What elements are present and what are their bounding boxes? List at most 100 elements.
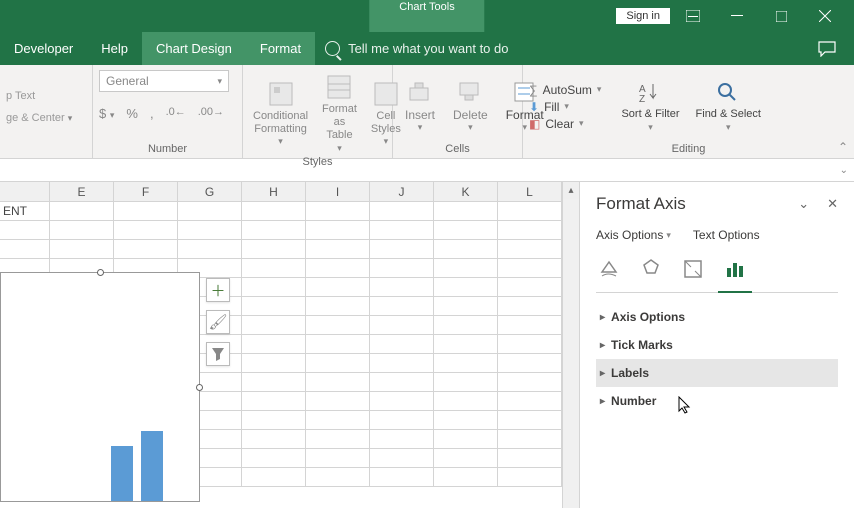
- ribbon-tabs: Developer Help Chart Design Format Tell …: [0, 32, 854, 65]
- styles-group: Conditional Formatting ▾ Format as Table…: [243, 65, 393, 158]
- section-number[interactable]: ▸ Number: [596, 387, 838, 415]
- chart-tools-label: Chart Tools: [399, 1, 454, 13]
- number-format-dropdown[interactable]: General ▾: [99, 70, 229, 92]
- find-icon: [715, 80, 741, 106]
- sort-filter-icon: AZ: [637, 80, 663, 106]
- chevron-right-icon: ▸: [600, 396, 605, 407]
- ribbon: p Text ge & Center ▾ General ▾ $ ▾ % , .…: [0, 65, 854, 159]
- ribbon-display-options-icon[interactable]: [672, 0, 714, 32]
- chart-bars: [111, 431, 163, 501]
- collapse-ribbon-icon[interactable]: ⌃: [838, 140, 848, 154]
- column-header[interactable]: G: [178, 182, 242, 201]
- embedded-chart[interactable]: [0, 272, 200, 502]
- conditional-formatting-icon: [267, 80, 295, 108]
- effects-icon[interactable]: [638, 256, 664, 282]
- clear-button[interactable]: ◧ Clear ▾: [529, 117, 601, 131]
- section-labels[interactable]: ▸ Labels: [596, 359, 838, 387]
- vertical-scrollbar[interactable]: ▴: [562, 182, 579, 508]
- conditional-formatting-button[interactable]: Conditional Formatting ▾: [249, 77, 312, 150]
- format-axis-pane: Format Axis ⌄ ✕ Axis Options ▾ Text Opti…: [579, 182, 854, 508]
- cell[interactable]: ENT: [0, 202, 50, 221]
- column-header[interactable]: [0, 182, 50, 201]
- insert-cells-icon: [407, 80, 433, 106]
- editing-group: ∑ AutoSum ▾ ⬇ Fill ▾ ◧ Clear ▾ AZ Sort &…: [523, 65, 854, 158]
- expand-formula-bar-icon[interactable]: ⌄: [840, 165, 848, 176]
- column-header[interactable]: E: [50, 182, 114, 201]
- editing-group-label: Editing: [529, 143, 848, 156]
- tell-me-label: Tell me what you want to do: [348, 41, 508, 56]
- chevron-right-icon: ▸: [600, 340, 605, 351]
- eraser-icon: ◧: [529, 117, 540, 131]
- plus-icon: ＋: [210, 280, 225, 301]
- cells-group-label: Cells: [399, 143, 516, 156]
- funnel-icon: [211, 347, 225, 361]
- scroll-up-button[interactable]: ▴: [563, 182, 579, 199]
- fill-down-icon: ⬇: [529, 100, 539, 114]
- wrap-text-button[interactable]: p Text: [6, 90, 35, 102]
- increase-decimal-button[interactable]: .0←: [166, 106, 186, 121]
- axis-options-tab[interactable]: Axis Options ▾: [596, 228, 671, 242]
- chevron-down-icon: ▾: [666, 230, 671, 241]
- autosum-button[interactable]: ∑ AutoSum ▾: [529, 83, 601, 97]
- percent-format-button[interactable]: %: [126, 106, 138, 121]
- number-group: General ▾ $ ▾ % , .0← .00→ Number: [93, 65, 243, 158]
- column-header[interactable]: F: [114, 182, 178, 201]
- column-header[interactable]: H: [242, 182, 306, 201]
- lightbulb-icon: [325, 41, 340, 56]
- title-bar: Chart Tools Sign in: [0, 0, 854, 32]
- paintbrush-icon: 🖌: [208, 313, 227, 331]
- tab-format[interactable]: Format: [246, 32, 315, 65]
- accounting-format-button[interactable]: $ ▾: [99, 106, 114, 121]
- delete-cells-icon: [457, 80, 483, 106]
- chart-bar[interactable]: [111, 446, 133, 501]
- chart-float-buttons: ＋ 🖌: [206, 278, 230, 366]
- size-properties-icon[interactable]: [680, 256, 706, 282]
- find-select-button[interactable]: Find & Select▾: [690, 77, 767, 135]
- tab-chart-design[interactable]: Chart Design: [142, 32, 246, 65]
- pane-close-button[interactable]: ✕: [827, 196, 838, 212]
- resize-handle[interactable]: [196, 384, 203, 391]
- chart-filters-button[interactable]: [206, 342, 230, 366]
- column-header[interactable]: J: [370, 182, 434, 201]
- insert-button[interactable]: Insert▾: [399, 77, 441, 136]
- close-button[interactable]: [804, 0, 846, 32]
- svg-text:Z: Z: [639, 94, 645, 104]
- column-header[interactable]: L: [498, 182, 562, 201]
- chart-elements-button[interactable]: ＋: [206, 278, 230, 302]
- delete-button[interactable]: Delete▾: [447, 77, 494, 136]
- chevron-down-icon: ▾: [217, 76, 222, 87]
- chevron-right-icon: ▸: [600, 312, 605, 323]
- fill-line-icon[interactable]: [596, 256, 622, 282]
- sign-in-button[interactable]: Sign in: [616, 8, 670, 24]
- tab-developer[interactable]: Developer: [0, 32, 87, 65]
- chart-styles-button[interactable]: 🖌: [206, 310, 230, 334]
- comments-icon[interactable]: [818, 41, 854, 57]
- number-group-label: Number: [99, 143, 236, 156]
- tell-me-search[interactable]: Tell me what you want to do: [325, 41, 508, 56]
- alignment-group: p Text ge & Center ▾: [0, 65, 93, 158]
- worksheet-area: E F G H I J K L ENT: [0, 182, 854, 508]
- comma-format-button[interactable]: ,: [150, 106, 154, 121]
- axis-options-icon[interactable]: [722, 256, 748, 282]
- text-options-tab[interactable]: Text Options: [693, 228, 760, 242]
- column-headers: E F G H I J K L: [0, 182, 562, 202]
- sort-filter-button[interactable]: AZ Sort & Filter▾: [615, 77, 685, 135]
- maximize-button[interactable]: [760, 0, 802, 32]
- fill-button[interactable]: ⬇ Fill ▾: [529, 100, 601, 114]
- minimize-button[interactable]: [716, 0, 758, 32]
- formula-bar[interactable]: ⌄: [0, 159, 854, 182]
- column-header[interactable]: I: [306, 182, 370, 201]
- section-tick-marks[interactable]: ▸ Tick Marks: [596, 331, 838, 359]
- merge-center-button[interactable]: ge & Center ▾: [6, 112, 72, 124]
- chart-bar[interactable]: [141, 431, 163, 501]
- column-header[interactable]: K: [434, 182, 498, 201]
- number-format-value: General: [106, 74, 149, 88]
- decrease-decimal-button[interactable]: .00→: [198, 106, 224, 121]
- pane-options-icon[interactable]: ⌄: [798, 196, 809, 212]
- tab-help[interactable]: Help: [87, 32, 142, 65]
- format-as-table-icon: [325, 73, 353, 101]
- resize-handle[interactable]: [97, 269, 104, 276]
- section-axis-options[interactable]: ▸ Axis Options: [596, 303, 838, 331]
- format-as-table-button[interactable]: Format as Table ▾: [318, 70, 361, 156]
- chevron-right-icon: ▸: [600, 368, 605, 379]
